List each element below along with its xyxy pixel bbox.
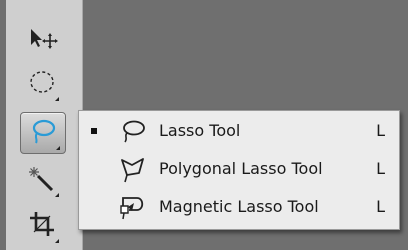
lasso-tools-flyout-menu: Lasso Tool L Polygonal Lasso Tool L Magn… (78, 110, 400, 230)
lasso-tool-button[interactable] (20, 112, 66, 154)
more-tools-indicator (55, 97, 59, 101)
more-tools-indicator (55, 193, 59, 197)
more-tools-indicator (55, 239, 59, 243)
magic-wand-icon (26, 163, 58, 197)
magic-wand-tool-button[interactable] (20, 160, 64, 200)
lasso-icon (117, 117, 147, 145)
menu-item-polygonal-lasso-tool[interactable]: Polygonal Lasso Tool L (79, 153, 399, 185)
menu-item-shortcut: L (376, 121, 385, 140)
tools-panel (6, 0, 83, 250)
crop-tool-button[interactable] (20, 206, 64, 246)
lasso-icon (28, 116, 58, 150)
menu-item-magnetic-lasso-tool[interactable]: Magnetic Lasso Tool L (79, 191, 399, 223)
menu-item-label: Magnetic Lasso Tool (159, 197, 319, 216)
marquee-tool-button[interactable] (20, 64, 64, 104)
polygonal-lasso-icon (117, 155, 147, 183)
magnetic-lasso-icon (117, 193, 147, 221)
elliptical-marquee-icon (27, 68, 57, 100)
menu-item-shortcut: L (376, 159, 385, 178)
menu-item-shortcut: L (376, 197, 385, 216)
more-tools-indicator (56, 146, 60, 150)
menu-item-label: Lasso Tool (159, 121, 241, 140)
menu-item-label: Polygonal Lasso Tool (159, 159, 323, 178)
move-arrow-icon (25, 23, 59, 57)
selected-bullet (91, 128, 97, 134)
crop-icon (27, 209, 57, 243)
move-tool-button[interactable] (20, 20, 64, 60)
menu-item-lasso-tool[interactable]: Lasso Tool L (79, 115, 399, 147)
